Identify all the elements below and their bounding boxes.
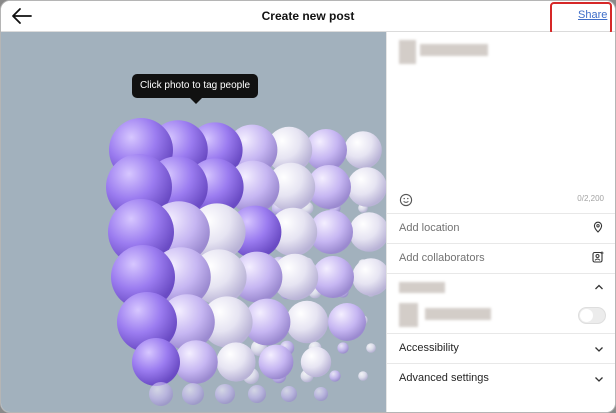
sphere <box>337 342 349 354</box>
sphere <box>347 167 386 207</box>
emoji-smiley-icon[interactable] <box>399 193 413 207</box>
sphere <box>344 131 382 169</box>
account-avatar <box>399 303 418 327</box>
chevron-down-icon <box>595 377 603 382</box>
sphere <box>285 300 329 344</box>
chevron-down-icon <box>595 347 603 352</box>
photo-preview[interactable]: Click photo to tag people <box>1 32 386 412</box>
share-to-row[interactable] <box>387 273 615 333</box>
sphere <box>215 384 235 404</box>
create-post-dialog: Create new post Share Click photo to tag… <box>0 0 616 413</box>
share-toggle[interactable] <box>578 307 606 324</box>
sphere <box>329 370 341 382</box>
sphere <box>349 212 386 252</box>
account-name <box>425 308 491 320</box>
caption-counter: 0/2,200 <box>577 194 604 203</box>
advanced-settings-label: Advanced settings <box>399 372 489 384</box>
sphere <box>300 346 332 378</box>
share-button[interactable]: Share <box>578 9 607 21</box>
dialog-header: Create new post Share <box>1 1 615 35</box>
add-collaborators-label: Add collaborators <box>399 252 485 264</box>
dialog-title: Create new post <box>261 9 355 23</box>
location-pin-icon <box>593 221 603 233</box>
advanced-settings-row[interactable]: Advanced settings <box>387 363 615 392</box>
sphere <box>182 383 204 405</box>
sphere <box>174 340 218 384</box>
sphere <box>352 258 386 296</box>
tag-people-tooltip: Click photo to tag people <box>132 74 258 104</box>
sphere <box>312 256 354 298</box>
sphere <box>149 382 173 406</box>
sphere <box>132 338 180 386</box>
sphere <box>281 386 297 402</box>
add-location-label: Add location <box>399 222 460 234</box>
chevron-up-icon <box>595 284 603 290</box>
post-details-panel: 0/2,200 Add location Add collaborators A… <box>386 32 615 412</box>
person-plus-icon <box>592 251 604 263</box>
add-collaborators-row[interactable]: Add collaborators <box>387 243 615 272</box>
sphere <box>358 371 368 381</box>
accessibility-label: Accessibility <box>399 342 459 354</box>
sphere <box>366 343 376 353</box>
add-location-row[interactable]: Add location <box>387 213 615 242</box>
sphere <box>248 385 266 403</box>
share-to-label <box>399 282 445 293</box>
sphere <box>328 303 366 341</box>
sphere <box>314 387 328 401</box>
username <box>420 44 488 56</box>
sphere <box>216 342 256 382</box>
sphere <box>258 344 294 380</box>
avatar <box>399 40 416 64</box>
caption-field[interactable] <box>387 72 615 187</box>
accessibility-row[interactable]: Accessibility <box>387 333 615 362</box>
